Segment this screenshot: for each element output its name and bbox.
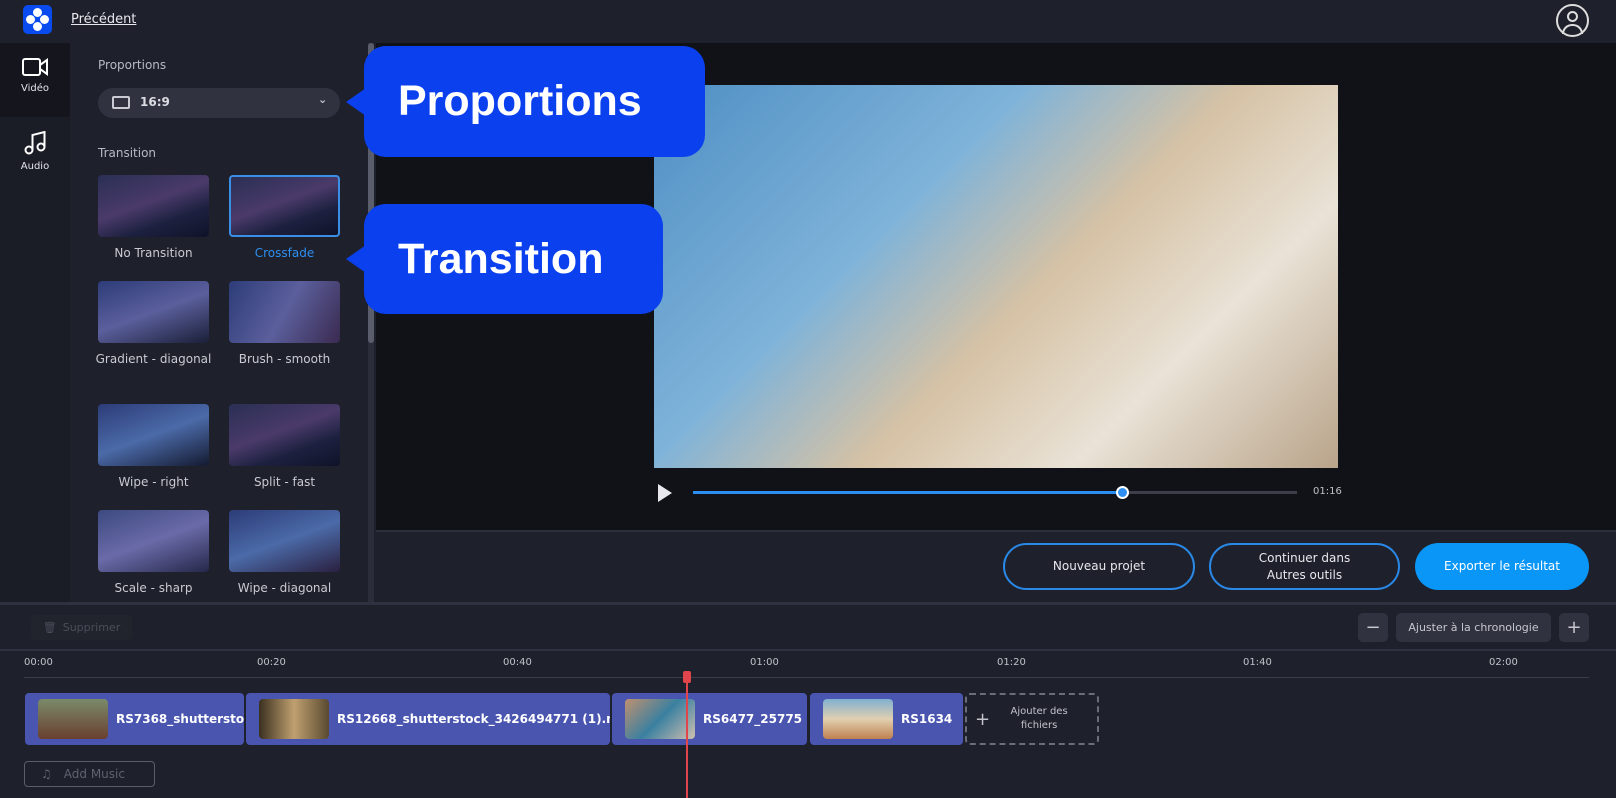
clip-thumbnail bbox=[625, 699, 695, 739]
transition-label: Brush - smooth bbox=[238, 352, 331, 366]
timeline-clip[interactable]: RS1634 bbox=[810, 693, 963, 745]
export-button[interactable]: Exporter le résultat bbox=[1415, 543, 1589, 590]
transition-label: Wipe - diagonal bbox=[237, 581, 332, 595]
transition-label: Crossfade bbox=[254, 246, 315, 260]
transition-thumb-wipe-right[interactable] bbox=[98, 404, 209, 466]
music-note-icon bbox=[24, 131, 46, 155]
transition-heading: Transition bbox=[98, 146, 157, 160]
rail-item-audio[interactable]: Audio bbox=[0, 117, 70, 191]
clip-thumbnail bbox=[38, 699, 108, 739]
timeline: 00:00 00:20 00:40 01:00 01:20 01:40 02:0… bbox=[0, 651, 1616, 798]
ruler-label: 00:00 bbox=[24, 657, 53, 668]
transition-label: Scale - sharp bbox=[114, 581, 193, 595]
play-icon[interactable] bbox=[658, 484, 672, 502]
proportions-value: 16:9 bbox=[140, 95, 170, 109]
ruler-label: 02:00 bbox=[1489, 657, 1518, 668]
transition-label: No Transition bbox=[114, 246, 193, 260]
music-add-icon: ♫ bbox=[41, 767, 52, 781]
timeline-clip[interactable]: RS7368_shutterstock bbox=[25, 693, 244, 745]
plus-icon: + bbox=[975, 708, 991, 730]
add-files-button[interactable]: + Ajouter des fichiers bbox=[965, 693, 1099, 745]
proportions-heading: Proportions bbox=[98, 58, 167, 72]
timeline-clip[interactable]: RS6477_25775 bbox=[612, 693, 807, 745]
user-account-icon[interactable] bbox=[1556, 4, 1589, 37]
clip-thumbnail bbox=[823, 699, 893, 739]
transition-thumb-scale-sharp[interactable] bbox=[98, 510, 209, 572]
callout-proportions: Proportions bbox=[346, 46, 705, 157]
transition-label: Wipe - right bbox=[118, 475, 189, 489]
transition-label: Split - fast bbox=[253, 475, 316, 489]
callout-transition: Transition bbox=[346, 204, 663, 314]
ruler-label: 01:40 bbox=[1243, 657, 1272, 668]
back-link[interactable]: Précédent bbox=[71, 12, 136, 27]
top-bar: Précédent bbox=[0, 0, 1616, 43]
video-camera-icon bbox=[22, 58, 48, 76]
continue-other-tools-button[interactable]: Continuer dans Autres outils bbox=[1209, 543, 1400, 590]
zoom-out-button[interactable]: − bbox=[1358, 613, 1388, 642]
aspect-ratio-icon bbox=[112, 96, 130, 109]
ruler-label: 01:20 bbox=[997, 657, 1026, 668]
transition-thumb-brush-smooth[interactable] bbox=[229, 281, 340, 343]
ruler-label: 01:00 bbox=[750, 657, 779, 668]
action-bar: Nouveau projet Continuer dans Autres outi… bbox=[376, 530, 1616, 602]
rail-label: Audio bbox=[20, 161, 50, 172]
delete-button[interactable]: 🗑 Supprimer bbox=[31, 615, 132, 640]
add-music-button[interactable]: ♫ Add Music bbox=[24, 761, 155, 787]
new-project-button[interactable]: Nouveau projet bbox=[1003, 543, 1195, 590]
chevron-down-icon: ⌄ bbox=[318, 93, 328, 106]
ruler-label: 00:40 bbox=[503, 657, 532, 668]
proportions-dropdown[interactable]: 16:9 ⌄ bbox=[98, 88, 340, 118]
zoom-in-button[interactable]: + bbox=[1559, 613, 1589, 642]
seek-progress bbox=[693, 491, 1122, 494]
ruler-label: 00:20 bbox=[257, 657, 286, 668]
duration-time: 01:16 bbox=[1313, 486, 1342, 497]
seek-handle[interactable] bbox=[1115, 486, 1129, 499]
timeline-clip[interactable]: RS12668_shutterstock_3426494771 (1).mp4 bbox=[246, 693, 610, 745]
fit-timeline-button[interactable]: Ajuster à la chronologie bbox=[1396, 613, 1551, 642]
transition-thumb-wipe-diagonal[interactable] bbox=[229, 510, 340, 572]
transition-thumb-gradient-diagonal[interactable] bbox=[98, 281, 209, 343]
transition-label: Gradient - diagonal bbox=[95, 352, 212, 366]
playhead[interactable] bbox=[683, 671, 691, 798]
timeline-toolbar: 🗑 Supprimer − Ajuster à la chronologie + bbox=[0, 605, 1616, 651]
transition-thumb-split-fast[interactable] bbox=[229, 404, 340, 466]
rail-item-video[interactable]: Vidéo bbox=[0, 43, 70, 117]
side-rail: Vidéo Audio bbox=[0, 43, 70, 603]
video-preview bbox=[654, 85, 1338, 468]
time-ruler bbox=[24, 677, 1589, 678]
clip-thumbnail bbox=[259, 699, 329, 739]
app-logo-icon[interactable] bbox=[23, 5, 52, 34]
trash-icon: 🗑 bbox=[42, 621, 57, 634]
transition-thumb-crossfade[interactable] bbox=[229, 175, 340, 237]
transition-thumb-no-transition[interactable] bbox=[98, 175, 209, 237]
rail-label: Vidéo bbox=[20, 83, 50, 94]
